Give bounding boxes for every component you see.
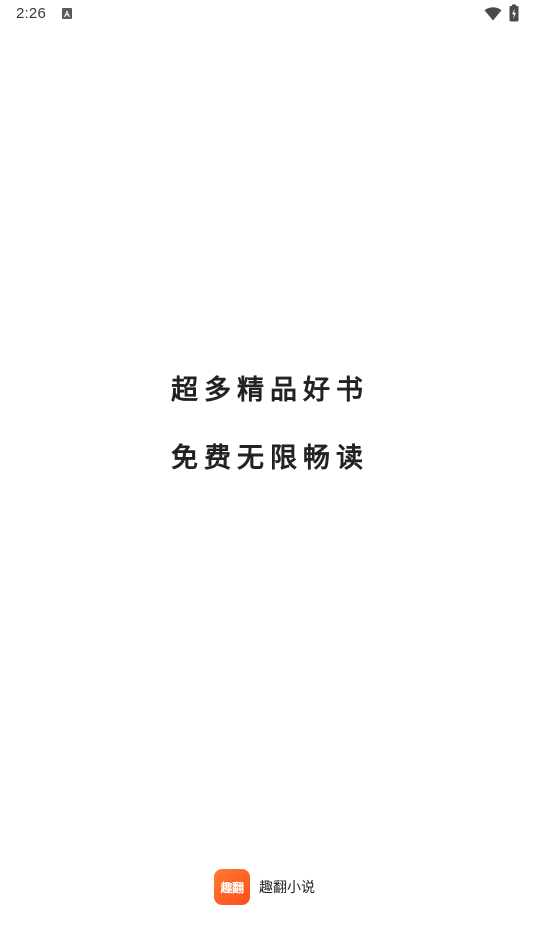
slogan-line-2: 免费无限畅读	[171, 443, 369, 474]
notification-a-icon	[62, 8, 72, 19]
status-bar: 2:26	[0, 0, 534, 28]
battery-charging-icon	[509, 4, 519, 26]
app-name: 趣翻小说	[259, 880, 315, 896]
app-logo-icon: 趣翻	[214, 869, 250, 905]
status-time: 2:26	[16, 5, 46, 22]
brand-footer: 趣翻 趣翻小说	[214, 869, 315, 905]
wifi-icon	[484, 6, 502, 25]
slogan-line-1: 超多精品好书	[171, 375, 369, 406]
